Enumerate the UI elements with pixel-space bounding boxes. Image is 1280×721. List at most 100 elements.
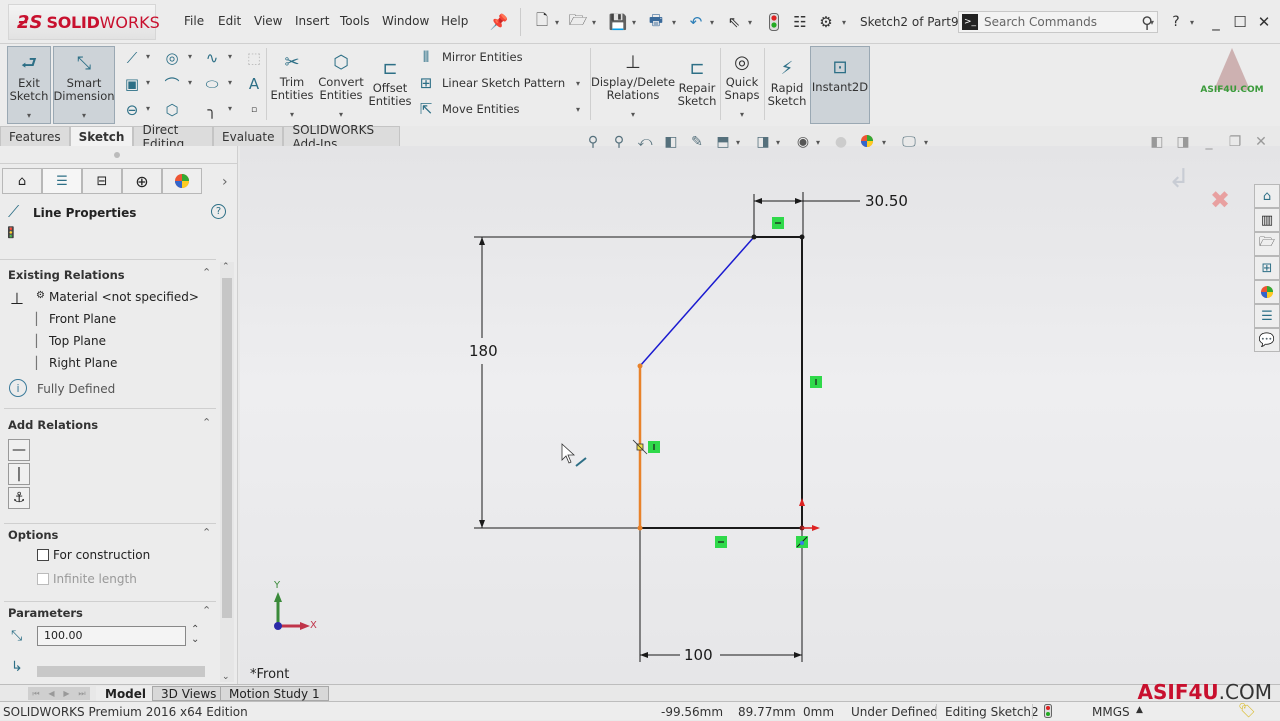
options-dropdown-caret[interactable]: ▾ <box>842 18 846 27</box>
tab-3d-views[interactable]: 3D Views <box>152 686 226 701</box>
property-manager-tab-icon[interactable]: ☰ <box>42 168 82 194</box>
doc-close-icon[interactable]: ✕ <box>1250 132 1272 152</box>
dimension-label-bottom[interactable]: 100 <box>684 646 713 664</box>
fillet-dropdown-caret[interactable]: ▾ <box>228 104 232 113</box>
scrollbar-thumb[interactable] <box>222 278 232 618</box>
move-entities-button[interactable]: Move Entities <box>442 102 520 116</box>
home-icon[interactable]: ⌂ <box>1254 184 1280 208</box>
appearances-icon[interactable] <box>1254 280 1280 304</box>
unit-system[interactable]: MMGS <box>1092 705 1130 719</box>
tag-icon[interactable]: 🏷 <box>1238 703 1256 719</box>
collapse-parameters-icon[interactable]: ⌃ <box>202 604 211 617</box>
quick-snaps-dropdown-caret[interactable]: ▾ <box>740 108 744 121</box>
sketch-point[interactable] <box>751 234 757 240</box>
plane-tool-icon[interactable]: ⬚ <box>244 48 264 68</box>
sketch-point[interactable] <box>637 525 643 531</box>
options-gear-icon[interactable]: ⚙ <box>816 12 836 32</box>
angle-input[interactable] <box>37 666 205 677</box>
exit-sketch-dropdown-caret[interactable]: ▾ <box>27 109 31 122</box>
collapse-existing-relations-icon[interactable]: ⌃ <box>202 266 211 279</box>
arc-tool-icon[interactable]: ⌒ <box>162 74 182 94</box>
tab-direct-editing[interactable]: Direct Editing <box>133 123 214 151</box>
slot-dropdown-caret[interactable]: ▾ <box>146 104 150 113</box>
collapse-options-icon[interactable]: ⌃ <box>202 526 211 539</box>
smart-dimension-button[interactable]: ⤡ Smart Dimension ▾ <box>53 46 115 124</box>
collapse-add-relations-icon[interactable]: ⌃ <box>202 416 211 429</box>
prev-tab-icon[interactable]: ◀ <box>48 689 54 698</box>
offset-entities-button[interactable]: ⊏ Offset Entities <box>368 46 412 124</box>
pin-icon[interactable]: 📌 <box>489 12 509 32</box>
convert-entities-button[interactable]: ⬡ Convert Entities ▾ <box>316 46 366 124</box>
dimension-label-top[interactable]: 30.50 <box>865 192 908 210</box>
menu-window[interactable]: Window <box>382 14 429 28</box>
sketch-line-angled[interactable] <box>639 236 755 367</box>
tab-sketch[interactable]: Sketch <box>69 126 134 146</box>
exit-sketch-button[interactable]: ⮐ Exit Sketch ▾ <box>7 46 51 124</box>
graphics-area[interactable]: ⚲ ⚲ ⤺ ◧ ✎ ⬒ ▾ ◨ ▾ ◉ ▾ ● ▾ 🖵 ▾ ◧ ◨ _ ❐ ✕ ↲ ✖ … <box>240 134 1280 684</box>
rectangle-tool-icon[interactable]: ▣ <box>122 74 142 94</box>
search-dropdown-caret[interactable]: ▾ <box>1150 18 1154 27</box>
last-tab-icon[interactable]: ⏭ <box>78 689 85 699</box>
relation-item-material[interactable]: Material <not specified> <box>49 290 199 304</box>
fix-relation-button[interactable]: ⚓ <box>8 487 30 509</box>
smart-dimension-dropdown-caret[interactable]: ▾ <box>82 109 86 122</box>
tab-solidworks-add-ins[interactable]: SOLIDWORKS Add-Ins <box>283 123 400 151</box>
save-icon[interactable]: 💾 <box>608 12 628 32</box>
spline-dropdown-caret[interactable]: ▾ <box>228 52 232 61</box>
slot-tool-icon[interactable]: ⊖ <box>122 100 142 120</box>
menu-insert[interactable]: Insert <box>295 14 329 28</box>
line-tool-icon[interactable]: ⟋ <box>122 48 142 68</box>
help-icon[interactable]: ? <box>1166 12 1186 32</box>
ellipse-tool-icon[interactable]: ⬭ <box>202 74 222 94</box>
sketch-point[interactable] <box>637 363 643 369</box>
feature-manager-tab-icon[interactable]: ⌂ <box>2 168 42 194</box>
custom-properties-icon[interactable]: ☰ <box>1254 304 1280 328</box>
circle-tool-icon[interactable]: ◎ <box>162 48 182 68</box>
new-dropdown-caret[interactable]: ▾ <box>555 18 559 27</box>
vertical-relation-button[interactable]: | <box>8 463 30 485</box>
instant2d-button[interactable]: ⊡ Instant2D <box>810 46 870 124</box>
menu-view[interactable]: View <box>254 14 282 28</box>
move-dropdown-caret[interactable]: ▾ <box>576 105 580 114</box>
new-document-icon[interactable]: 🗋 <box>532 11 552 32</box>
tab-model[interactable]: Model <box>96 686 156 701</box>
circle-dropdown-caret[interactable]: ▾ <box>188 52 192 61</box>
scroll-down-icon[interactable]: ⌄ <box>222 672 230 682</box>
view-palette-icon[interactable]: ⊞ <box>1254 256 1280 280</box>
quick-snaps-button[interactable]: ◎ Quick Snaps ▾ <box>722 46 762 124</box>
trim-dropdown-caret[interactable]: ▾ <box>290 108 294 121</box>
linear-sketch-pattern-button[interactable]: Linear Sketch Pattern <box>442 76 565 90</box>
tab-evaluate[interactable]: Evaluate <box>213 126 284 146</box>
mirror-entities-button[interactable]: Mirror Entities <box>442 50 523 64</box>
save-dropdown-caret[interactable]: ▾ <box>632 18 636 27</box>
relation-item-front-plane[interactable]: Front Plane <box>49 312 116 326</box>
help-icon[interactable]: ? <box>211 204 226 219</box>
select-cursor-icon[interactable]: ⇖ <box>724 12 744 32</box>
sketch-canvas[interactable] <box>240 146 1240 684</box>
open-folder-icon[interactable]: 🗁 <box>568 11 588 32</box>
dimension-label-left[interactable]: 180 <box>469 342 498 360</box>
arc-dropdown-caret[interactable]: ▾ <box>188 78 192 87</box>
line-dropdown-caret[interactable]: ▾ <box>146 52 150 61</box>
first-tab-icon[interactable]: ⏮ <box>32 689 39 699</box>
tab-motion-study-1[interactable]: Motion Study 1 <box>220 686 329 701</box>
print-icon[interactable]: 🖶 <box>646 11 666 32</box>
search-commands-input[interactable]: >_ Search Commands ⚲ <box>958 11 1158 33</box>
select-dropdown-caret[interactable]: ▾ <box>748 18 752 27</box>
tab-features[interactable]: Features <box>0 126 70 146</box>
horizontal-relation-button[interactable]: — <box>8 439 30 461</box>
panel-scrollbar[interactable]: ⌃ ⌄ <box>220 262 234 682</box>
unit-system-caret[interactable]: ▲ <box>1136 705 1143 715</box>
text-tool-icon[interactable]: A <box>244 74 264 94</box>
relation-item-right-plane[interactable]: Right Plane <box>49 356 117 370</box>
infinite-length-checkbox[interactable] <box>37 573 49 585</box>
sketch-point[interactable] <box>799 234 805 240</box>
close-icon[interactable]: ✕ <box>1254 12 1274 32</box>
ellipse-dropdown-caret[interactable]: ▾ <box>228 78 232 87</box>
spline-tool-icon[interactable]: ∿ <box>202 48 222 68</box>
length-spinner[interactable]: ⌃ ⌄ <box>191 625 199 645</box>
next-tab-icon[interactable]: ▶ <box>63 689 69 698</box>
display-manager-tab-icon[interactable] <box>162 168 202 194</box>
configuration-manager-tab-icon[interactable]: ⊟ <box>82 168 122 194</box>
design-library-icon[interactable]: ▥ <box>1254 208 1280 232</box>
